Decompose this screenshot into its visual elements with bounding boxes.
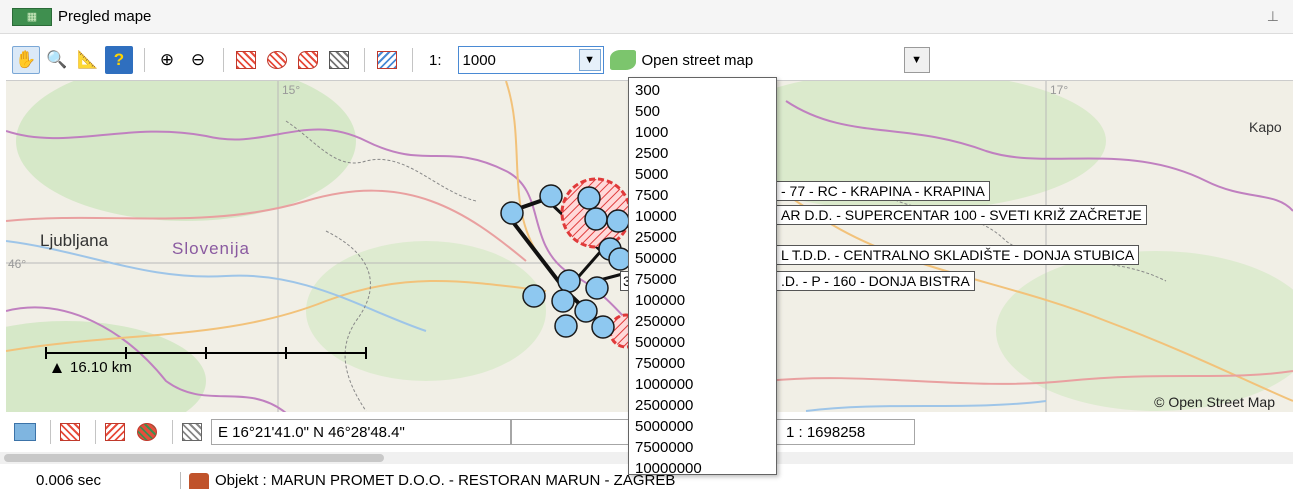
scale-option[interactable]: 7500 (629, 185, 776, 206)
chevron-down-icon[interactable]: ▼ (903, 47, 930, 73)
grid-label: 17° (1050, 83, 1069, 97)
scale-option[interactable]: 25000 (629, 227, 776, 248)
scale-option[interactable]: 750000 (629, 353, 776, 374)
zone-edit-icon[interactable] (102, 420, 128, 444)
scale-option[interactable]: 10000000 (629, 458, 776, 479)
grid-label: 46° (8, 257, 27, 271)
delete-zone-icon[interactable] (325, 46, 353, 74)
add-circle-zone-icon[interactable] (263, 46, 291, 74)
scale-option[interactable]: 100000 (629, 290, 776, 311)
zoom-out-icon[interactable]: ⊖ (184, 46, 212, 74)
place-label: Kapo (1249, 119, 1282, 135)
zone-tool-icon[interactable] (57, 420, 83, 444)
toolbar-separator (144, 48, 145, 72)
scale-option[interactable]: 50000 (629, 248, 776, 269)
scale-option[interactable]: 500000 (629, 332, 776, 353)
location-callout[interactable]: L T.D.D. - CENTRALNO SKLADIŠTE - DONJA S… (776, 245, 1140, 265)
map-app-icon: ▦ (12, 7, 52, 26)
scale-option[interactable]: 2500 (629, 143, 776, 164)
map-source-icon (609, 50, 636, 70)
restaurant-icon (189, 472, 209, 489)
map-source-select[interactable]: Open street map (609, 50, 910, 70)
scale-option[interactable]: 5000000 (629, 416, 776, 437)
toolbar-separator (172, 420, 173, 444)
scale-select-value: 1000 (462, 51, 496, 69)
zoom-in-icon[interactable]: ⊕ (153, 46, 181, 74)
zone-globe-icon[interactable] (134, 420, 160, 444)
city-label: Ljubljana (40, 231, 109, 250)
measure-icon[interactable]: 📐 (74, 46, 102, 74)
pin-icon[interactable]: ⊥ (1267, 8, 1279, 25)
add-zone-icon[interactable] (232, 46, 260, 74)
scale-prefix-label: 1: (429, 51, 442, 69)
selected-object: Objekt : MARUN PROMET D.O.O. - RESTORAN … (180, 472, 675, 489)
chevron-down-icon[interactable]: ▼ (578, 49, 601, 71)
scale-option[interactable]: 10000 (629, 206, 776, 227)
scale-dropdown-list: 300 500 1000 2500 5000 7500 10000 25000 50000 750… (628, 77, 777, 477)
map-source-label: Open street map (641, 51, 754, 69)
scale-option[interactable]: 75000 (629, 269, 776, 290)
coordinates-field: E 16°21'41.0" N 46°28'48.4" (211, 419, 511, 445)
pan-hand-icon[interactable]: ✋ (12, 46, 40, 74)
scale-option[interactable]: 5000 (629, 164, 776, 185)
search-icon[interactable]: 🔍 (43, 46, 71, 74)
toolbar-separator (95, 420, 96, 444)
scale-option[interactable]: 7500000 (629, 437, 776, 458)
scale-option[interactable]: 1000 (629, 122, 776, 143)
map-attribution: © Open Street Map (1154, 394, 1275, 410)
add-polygon-zone-icon[interactable] (294, 46, 322, 74)
selected-object-label: Objekt : MARUN PROMET D.O.O. - RESTORAN … (215, 472, 676, 489)
scale-option[interactable]: 250000 (629, 311, 776, 332)
toolbar-separator (364, 48, 365, 72)
country-label: Slovenija (172, 239, 250, 258)
zone-clear-icon[interactable] (179, 420, 205, 444)
help-icon[interactable]: ? (105, 46, 133, 74)
panel-title: Pregled mape (58, 8, 152, 25)
elapsed-time: 0.006 sec (36, 472, 102, 489)
location-callout[interactable]: .D. - P - 160 - DONJA BISTRA (776, 271, 975, 291)
location-callout[interactable]: - 77 - RC - KRAPINA - KRAPINA (776, 181, 990, 201)
current-scale-field: 1 : 1698258 (769, 419, 915, 445)
scale-option[interactable]: 2500000 (629, 395, 776, 416)
scrollbar-thumb[interactable] (4, 454, 384, 462)
scale-option[interactable]: 500 (629, 101, 776, 122)
panel-titlebar: ▦ Pregled mape ⊥ (0, 0, 1293, 34)
location-callout[interactable]: AR D.D. - SUPERCENTAR 100 - SVETI KRIŽ Z… (776, 205, 1147, 225)
scalebar-label: 16.10 km (70, 359, 132, 376)
scale-select[interactable]: 1000 ▼ (457, 46, 604, 74)
zoom-extent-icon[interactable] (12, 420, 38, 444)
toolbar-separator (412, 48, 413, 72)
grid-label: 15° (282, 83, 301, 97)
map-toolbar: ✋ 🔍 📐 ? ⊕ ⊖ 1: 1000 ▼ Open street map ▼ (0, 40, 1293, 80)
scale-option[interactable]: 1000000 (629, 374, 776, 395)
toolbar-separator (223, 48, 224, 72)
scale-option[interactable]: 300 (629, 80, 776, 101)
layers-icon[interactable] (373, 46, 401, 74)
toolbar-separator (50, 420, 51, 444)
